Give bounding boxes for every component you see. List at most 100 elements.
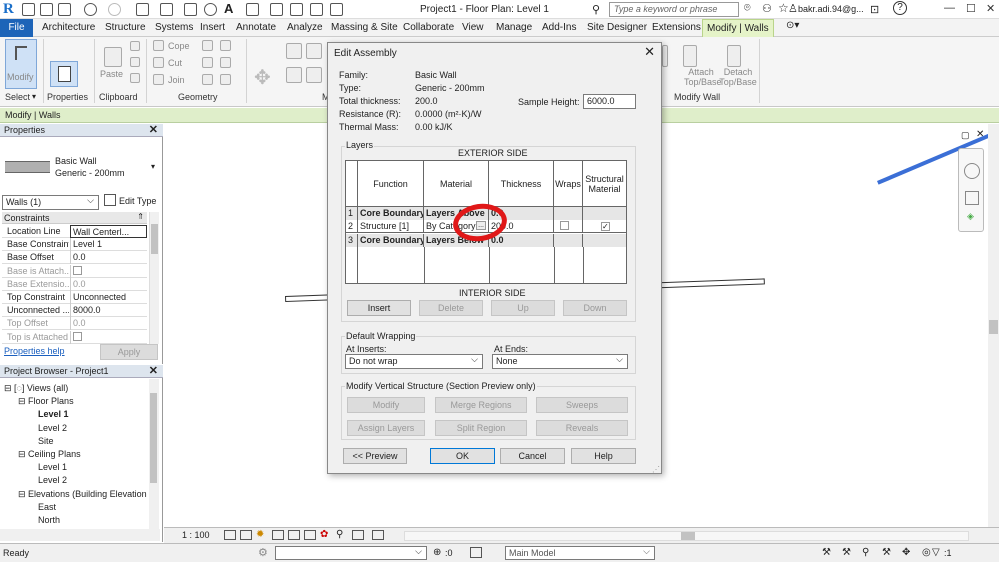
collapse-icon[interactable]: ⇑ bbox=[137, 212, 144, 221]
wall-joins-icon[interactable] bbox=[202, 40, 213, 51]
tab-massing-site[interactable]: Massing & Site bbox=[331, 22, 398, 33]
scrollbar-thumb[interactable] bbox=[150, 393, 157, 483]
properties-scrollbar[interactable] bbox=[149, 212, 159, 344]
detail-level-icon[interactable] bbox=[224, 530, 236, 540]
column-header-wraps[interactable]: Wraps bbox=[554, 161, 583, 207]
property-row[interactable]: Unconnected ... 8000.0 bbox=[2, 304, 147, 318]
canvas-hscrollbar[interactable] bbox=[404, 531, 969, 541]
preview-button[interactable]: << Preview bbox=[343, 448, 407, 464]
offset-icon[interactable] bbox=[306, 43, 322, 59]
temporary-hide-icon[interactable]: ✿ bbox=[320, 529, 328, 540]
property-row[interactable]: Top Constraint Unconnected bbox=[2, 291, 147, 304]
collapse-toggle-icon[interactable]: ⊟ bbox=[4, 383, 14, 393]
property-value[interactable]: Unconnected bbox=[70, 291, 147, 304]
editable-icon[interactable]: ⊕ bbox=[433, 547, 441, 558]
browser-tree-item[interactable]: ⊟ Ceiling Plans bbox=[18, 449, 81, 460]
browser-tree-item[interactable]: East bbox=[38, 502, 56, 512]
crop-view-icon[interactable] bbox=[288, 530, 300, 540]
constraints-section[interactable]: Constraints ⇑ bbox=[2, 212, 147, 224]
property-row[interactable]: Top is Attached bbox=[2, 330, 147, 344]
3d-view-icon[interactable] bbox=[246, 3, 259, 16]
measure-icon[interactable] bbox=[160, 3, 173, 16]
dimension-icon[interactable] bbox=[184, 3, 197, 16]
join-icon[interactable] bbox=[153, 74, 164, 85]
view-scale[interactable]: 1 : 100 bbox=[182, 530, 210, 540]
sun-path-icon[interactable]: ✹ bbox=[256, 529, 264, 540]
open-icon[interactable] bbox=[22, 3, 35, 16]
sync-icon[interactable] bbox=[58, 3, 71, 16]
unjoin-icon[interactable] bbox=[220, 74, 231, 85]
text-icon[interactable]: A bbox=[224, 1, 233, 16]
split-region-button[interactable]: Split Region bbox=[435, 420, 527, 436]
tab-file[interactable]: File bbox=[0, 19, 33, 37]
property-value[interactable]: Level 1 bbox=[70, 238, 147, 252]
down-button[interactable]: Down bbox=[563, 300, 627, 316]
show-crop-icon[interactable] bbox=[304, 530, 316, 540]
apply-button[interactable]: Apply bbox=[100, 344, 158, 360]
select-group-label[interactable]: Select bbox=[5, 92, 30, 102]
tab-manage[interactable]: Manage bbox=[496, 22, 532, 33]
minimize-button[interactable]: — bbox=[944, 2, 955, 14]
tab-modify-walls[interactable]: Modify | Walls bbox=[702, 19, 774, 37]
revit-logo-icon[interactable]: R bbox=[3, 1, 14, 18]
tab-annotate[interactable]: Annotate bbox=[236, 22, 276, 33]
browser-tree-item[interactable]: Level 1 bbox=[38, 462, 67, 472]
visual-style-icon[interactable] bbox=[240, 530, 252, 540]
wraps-checkbox[interactable] bbox=[560, 221, 569, 231]
structural-material-checkbox[interactable]: ✓ bbox=[601, 222, 610, 232]
layer-cell-wraps[interactable] bbox=[554, 220, 583, 234]
reveal-hidden-icon[interactable]: ⚲ bbox=[336, 529, 343, 540]
scrollbar-thumb[interactable] bbox=[151, 224, 158, 254]
help-icon[interactable]: ? bbox=[893, 1, 907, 15]
canvas-vscrollbar[interactable] bbox=[988, 124, 999, 527]
tab-extensions[interactable]: Extensions bbox=[652, 22, 701, 33]
assign-layers-button[interactable]: Assign Layers bbox=[347, 420, 425, 436]
help-button[interactable]: Help bbox=[571, 448, 636, 464]
property-value[interactable] bbox=[70, 264, 147, 278]
layer-cell-wraps[interactable] bbox=[554, 207, 583, 220]
section-icon[interactable] bbox=[270, 3, 283, 16]
user-icon[interactable]: ♙ bbox=[788, 2, 798, 15]
switch-windows-icon[interactable] bbox=[330, 3, 343, 16]
search-input[interactable]: Type a keyword or phrase bbox=[609, 2, 739, 17]
type-selector[interactable]: Basic Wall Generic - 200mm ▾ bbox=[0, 138, 160, 186]
tab-insert[interactable]: Insert bbox=[200, 22, 225, 33]
shadows-icon[interactable] bbox=[272, 530, 284, 540]
tab-systems[interactable]: Systems bbox=[155, 22, 193, 33]
save-icon[interactable] bbox=[40, 3, 53, 16]
layer-cell-structural[interactable] bbox=[583, 233, 626, 247]
attach-icon[interactable] bbox=[683, 45, 697, 67]
user-name[interactable]: bakr.adi.94@g... bbox=[798, 4, 864, 14]
browser-tree-item[interactable]: Level 1 bbox=[38, 409, 69, 419]
column-header-thickness[interactable]: Thickness bbox=[489, 161, 554, 207]
property-value[interactable]: Wall Centerl... bbox=[70, 225, 147, 238]
column-header-structural-material[interactable]: Structural Material bbox=[583, 161, 626, 207]
scrollbar-thumb[interactable] bbox=[681, 532, 695, 540]
chevron-down-icon[interactable]: ▾ bbox=[151, 162, 155, 171]
detach-label[interactable]: Detach Top/Base bbox=[719, 67, 757, 87]
at-ends-select[interactable]: None bbox=[492, 354, 628, 369]
layer-cell-structural[interactable]: ✓ bbox=[583, 220, 626, 233]
move-icon[interactable]: ✥ bbox=[254, 65, 271, 90]
highlight-icon[interactable] bbox=[372, 530, 384, 540]
close-icon[interactable]: ✕ bbox=[149, 123, 158, 136]
paint-icon[interactable] bbox=[202, 57, 213, 68]
sample-height-input[interactable]: 6000.0 bbox=[583, 94, 636, 109]
workset-select[interactable] bbox=[275, 546, 427, 560]
property-row[interactable]: Base Offset 0.0 bbox=[2, 251, 147, 265]
align-icon[interactable] bbox=[286, 43, 302, 59]
search-icon[interactable]: ⚲ bbox=[592, 3, 600, 16]
collapse-toggle-icon[interactable]: ⊟ bbox=[18, 396, 28, 406]
property-value[interactable] bbox=[70, 330, 147, 344]
browser-tree-item[interactable]: ⊟ Elevations (Building Elevation bbox=[18, 489, 147, 500]
close-view-icon[interactable]: ✕ bbox=[976, 129, 984, 140]
select-pinned-icon[interactable]: ⚲ bbox=[862, 547, 869, 558]
worksets-icon[interactable]: ⚙ bbox=[258, 546, 268, 559]
close-hidden-icon[interactable] bbox=[310, 3, 323, 16]
cancel-button[interactable]: Cancel bbox=[500, 448, 565, 464]
tab-add-ins[interactable]: Add-Ins bbox=[542, 22, 576, 33]
property-row[interactable]: Top Offset 0.0 bbox=[2, 317, 147, 331]
property-row[interactable]: Base is Attach... bbox=[2, 264, 147, 278]
cope-icon[interactable] bbox=[153, 40, 164, 51]
tag-icon[interactable] bbox=[204, 3, 217, 16]
